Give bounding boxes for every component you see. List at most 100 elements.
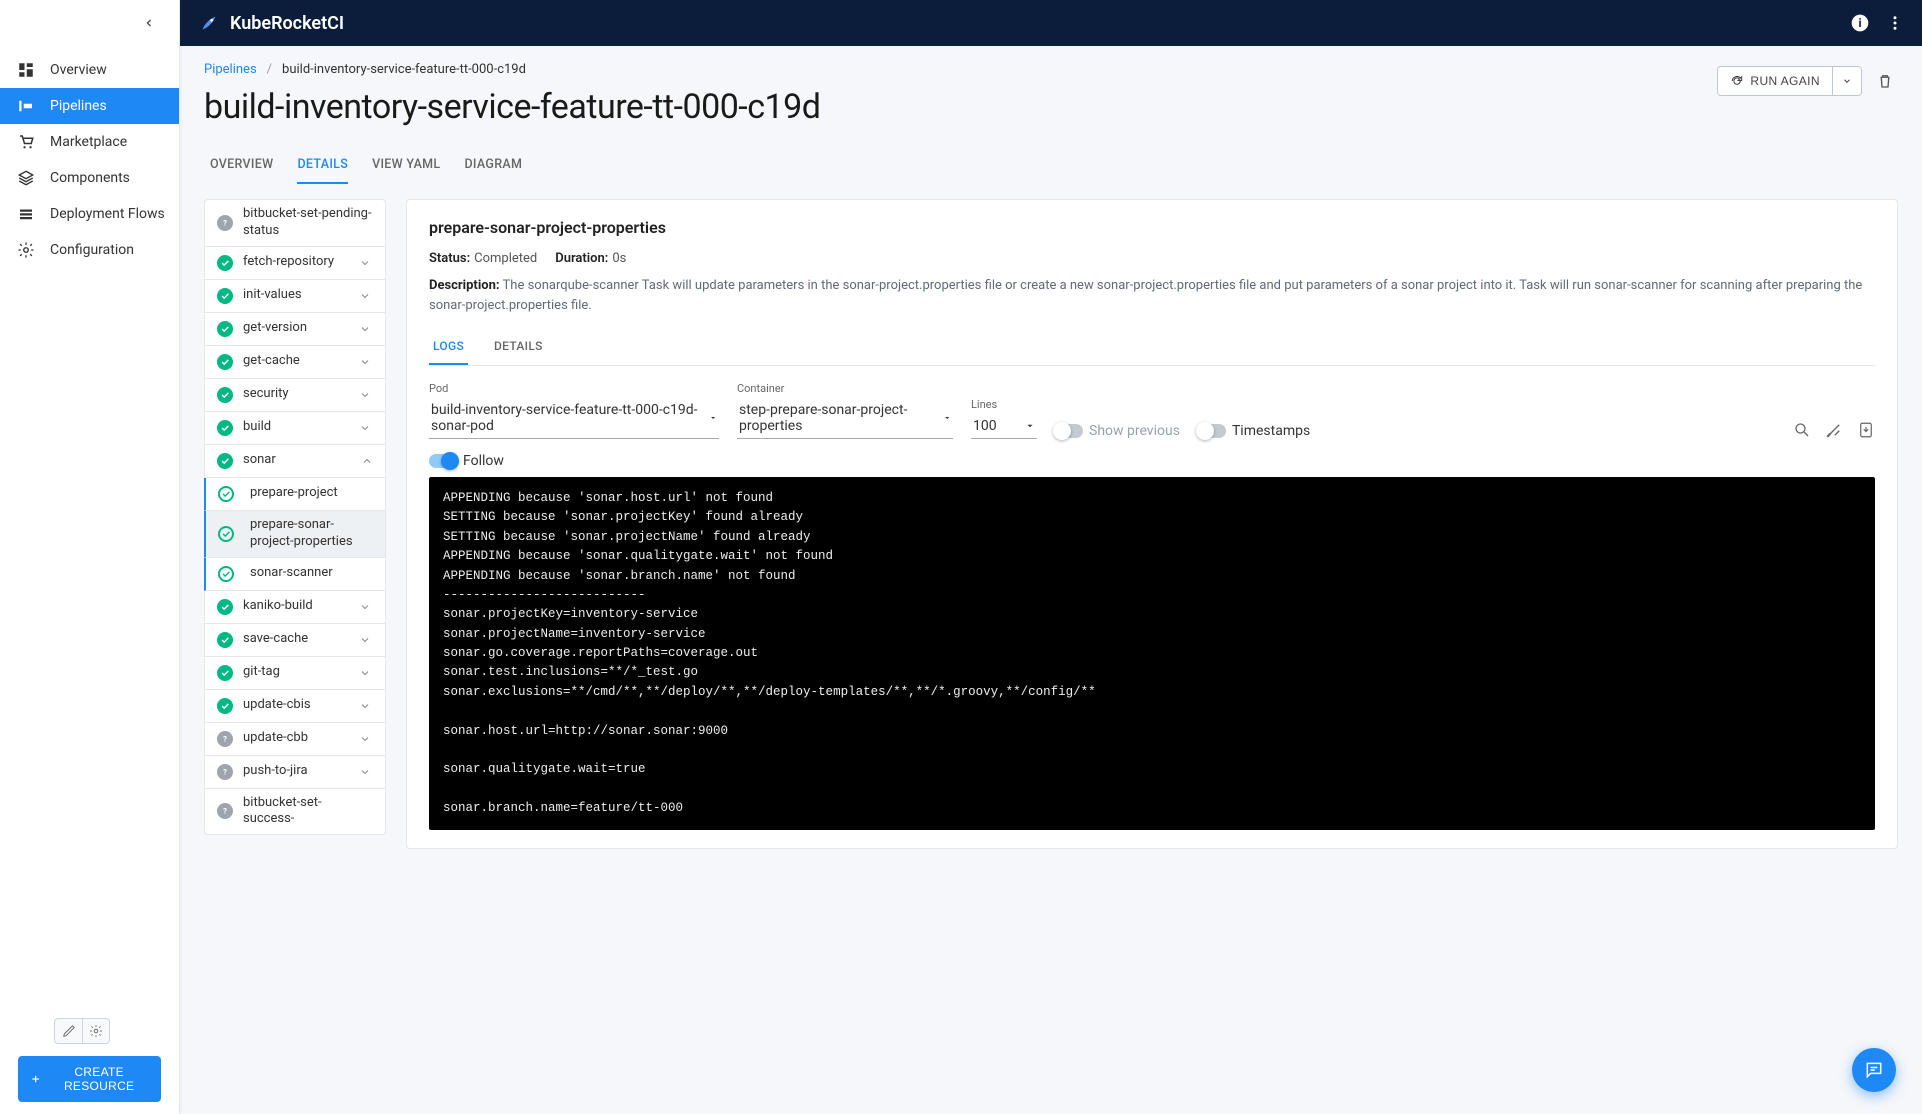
sidebar-item-label: Deployment Flows: [50, 206, 165, 222]
kebab-menu-icon[interactable]: [1886, 14, 1904, 32]
chevron-down-icon: [359, 455, 373, 467]
breadcrumb-root[interactable]: Pipelines: [204, 62, 257, 77]
task-label: update-cbis: [243, 697, 311, 714]
run-again-button[interactable]: RUN AGAIN: [1718, 67, 1832, 95]
task-label: update-cbb: [243, 730, 308, 747]
task-build[interactable]: build: [205, 412, 385, 445]
sidebar-item-configuration[interactable]: Configuration: [0, 232, 179, 268]
chevron-down-icon: [359, 257, 373, 269]
breadcrumb: Pipelines / build-inventory-service-feat…: [204, 62, 820, 77]
sidebar-item-marketplace[interactable]: Marketplace: [0, 124, 179, 160]
tool-icon-button[interactable]: [54, 1018, 82, 1044]
sidebar-item-label: Components: [50, 170, 130, 186]
rocket-icon: [198, 12, 220, 34]
download-icon[interactable]: [1857, 421, 1875, 439]
task-kaniko-build[interactable]: kaniko-build: [205, 591, 385, 624]
search-icon[interactable]: [1793, 421, 1811, 439]
chevron-down-icon: [359, 733, 373, 745]
task-push-to-jira[interactable]: ?push-to-jira: [205, 756, 385, 789]
pod-label: Pod: [429, 382, 719, 395]
layers-icon: [16, 168, 36, 188]
task-fetch-repository[interactable]: fetch-repository: [205, 247, 385, 280]
tab-view-yaml[interactable]: VIEW YAML: [372, 147, 440, 184]
check-icon: [217, 387, 233, 403]
check-ring-icon: [218, 486, 234, 502]
status-value: Completed: [474, 251, 537, 266]
show-previous-toggle[interactable]: [1055, 424, 1083, 438]
pending-icon: ?: [217, 215, 233, 231]
cog-icon: [89, 1024, 103, 1038]
run-again-dropdown[interactable]: [1832, 67, 1861, 95]
pending-icon: ?: [217, 803, 233, 819]
sidebar-item-deployment-flows[interactable]: Deployment Flows: [0, 196, 179, 232]
tab-diagram[interactable]: DIAGRAM: [464, 147, 522, 184]
task-git-tag[interactable]: git-tag: [205, 657, 385, 690]
task-step-sonar-scanner[interactable]: sonar-scanner: [204, 558, 385, 591]
sidebar-item-components[interactable]: Components: [0, 160, 179, 196]
subtab-details[interactable]: DETAILS: [490, 329, 547, 365]
pod-select[interactable]: build-inventory-service-feature-tt-000-c…: [429, 398, 719, 439]
delete-button[interactable]: [1872, 68, 1898, 94]
caret-down-icon: [709, 413, 717, 423]
check-icon: [217, 698, 233, 714]
check-icon: [217, 420, 233, 436]
create-resource-button[interactable]: CREATE RESOURCE: [18, 1056, 161, 1102]
chat-fab[interactable]: [1852, 1048, 1896, 1092]
settings-icon-button[interactable]: [82, 1018, 110, 1044]
check-icon: [217, 665, 233, 681]
task-sonar[interactable]: sonar: [205, 445, 385, 478]
task-label: get-version: [243, 320, 307, 337]
task-update-cbis[interactable]: update-cbis: [205, 690, 385, 723]
follow-label: Follow: [463, 453, 504, 469]
pending-icon: ?: [217, 731, 233, 747]
plus-icon: [30, 1072, 41, 1086]
flows-icon: [16, 204, 36, 224]
pending-icon: ?: [217, 764, 233, 780]
task-save-cache[interactable]: save-cache: [205, 624, 385, 657]
task-update-cbb[interactable]: ? update-cbb: [205, 723, 385, 756]
lines-select[interactable]: 100: [971, 414, 1037, 439]
show-previous-label: Show previous: [1089, 423, 1180, 439]
tab-overview[interactable]: OVERVIEW: [210, 147, 273, 184]
task-step-prepare-sonar-project-properties[interactable]: prepare-sonar-project-properties: [204, 511, 385, 558]
container-select[interactable]: step-prepare-sonar-project-properties: [737, 398, 953, 439]
check-icon: [217, 255, 233, 271]
task-label: security: [243, 386, 289, 403]
step-title: prepare-sonar-project-properties: [429, 218, 1875, 237]
sidebar-collapse-button[interactable]: [0, 0, 179, 46]
caret-down-icon: [1842, 76, 1852, 86]
subtab-logs[interactable]: LOGS: [429, 329, 468, 365]
info-icon[interactable]: i: [1850, 13, 1870, 33]
timestamps-label: Timestamps: [1232, 423, 1310, 439]
log-console[interactable]: APPENDING because 'sonar.host.url' not f…: [429, 477, 1875, 830]
svg-text:?: ?: [223, 734, 227, 743]
timestamps-toggle[interactable]: [1198, 424, 1226, 438]
sidebar: Overview Pipelines Marketplace Components De…: [0, 0, 180, 1114]
sidebar-nav: Overview Pipelines Marketplace Components De…: [0, 46, 179, 1006]
task-security[interactable]: security: [205, 379, 385, 412]
task-get-version[interactable]: get-version: [205, 313, 385, 346]
sidebar-item-pipelines[interactable]: Pipelines: [0, 88, 179, 124]
task-label: get-cache: [243, 353, 300, 370]
task-init-values[interactable]: init-values: [205, 280, 385, 313]
tab-details[interactable]: DETAILS: [297, 147, 348, 184]
svg-text:?: ?: [223, 218, 227, 227]
topbar: KubeRocketCI i: [180, 0, 1922, 46]
sidebar-item-overview[interactable]: Overview: [0, 52, 179, 88]
chevron-down-icon: [359, 356, 373, 368]
trash-icon: [1876, 72, 1894, 90]
task-step-prepare-project[interactable]: prepare-project: [204, 478, 385, 511]
brand[interactable]: KubeRocketCI: [198, 12, 344, 34]
page-title: build-inventory-service-feature-tt-000-c…: [204, 87, 820, 127]
task-get-cache[interactable]: get-cache: [205, 346, 385, 379]
sidebar-item-label: Pipelines: [50, 98, 107, 114]
task-bitbucket-set-pending-status[interactable]: ?bitbucket-set-pending-status: [205, 200, 385, 247]
follow-toggle[interactable]: [429, 454, 457, 468]
task-label: build: [243, 419, 271, 436]
clear-icon[interactable]: [1825, 421, 1843, 439]
run-again-group: RUN AGAIN: [1717, 66, 1862, 96]
run-again-label: RUN AGAIN: [1750, 74, 1820, 88]
pen-icon: [62, 1024, 76, 1038]
caret-down-icon: [1025, 421, 1035, 431]
task-bitbucket-set-success-[interactable]: ?bitbucket-set-success-: [205, 789, 385, 835]
